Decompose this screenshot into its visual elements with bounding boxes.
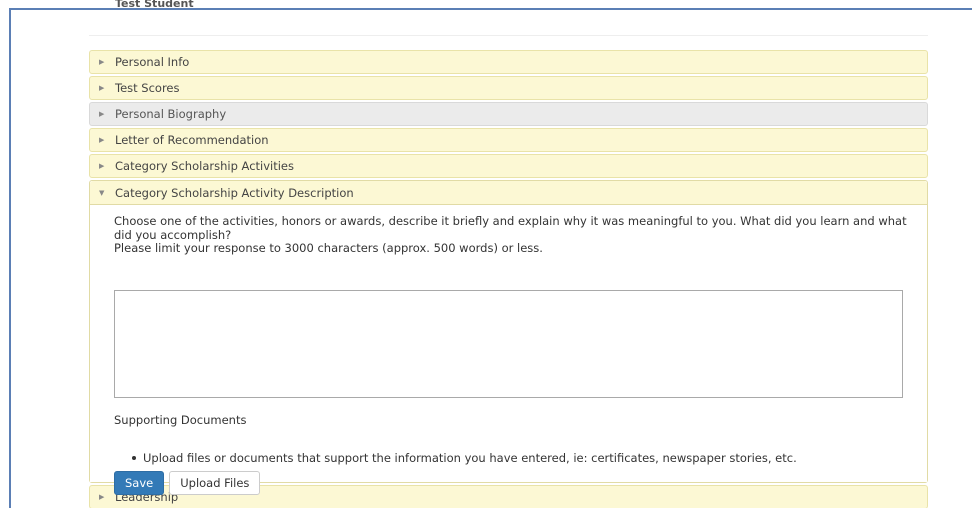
header-divider — [89, 35, 928, 36]
supporting-documents-hint-text: Upload files or documents that support t… — [143, 451, 797, 465]
supporting-documents-hint: Upload files or documents that support t… — [132, 451, 797, 465]
application-frame: Test Student ▶ Personal Info ▶ Test Scor… — [0, 0, 972, 508]
section-label: Category Scholarship Activities — [115, 159, 294, 173]
save-button[interactable]: Save — [114, 471, 165, 495]
essay-prompt: Choose one of the activities, honors or … — [114, 214, 914, 256]
section-personal-info[interactable]: ▶ Personal Info — [89, 50, 928, 74]
prompt-instructions: Choose one of the activities, honors or … — [114, 214, 907, 242]
section-activity-description-panel: ▼ Category Scholarship Activity Descript… — [89, 180, 928, 495]
upload-files-button[interactable]: Upload Files — [169, 471, 261, 495]
section-letter-of-recommendation[interactable]: ▶ Letter of Recommendation — [89, 128, 928, 152]
supporting-documents-label: Supporting Documents — [114, 413, 247, 427]
prompt-length-limit: Please limit your response to 3000 chara… — [114, 241, 543, 255]
section-test-scores[interactable]: ▶ Test Scores — [89, 76, 928, 100]
caret-down-icon: ▼ — [99, 188, 105, 197]
caret-right-icon: ▶ — [99, 58, 105, 66]
action-buttons: Save Upload Files — [114, 471, 261, 495]
caret-right-icon: ▶ — [99, 493, 105, 501]
section-label: Letter of Recommendation — [115, 133, 269, 147]
caret-right-icon: ▶ — [99, 84, 105, 92]
activity-description-body: Choose one of the activities, honors or … — [90, 205, 927, 495]
section-personal-biography[interactable]: ▶ Personal Biography — [89, 102, 928, 126]
section-label: Personal Info — [115, 55, 190, 69]
section-category-scholarship-activities[interactable]: ▶ Category Scholarship Activities — [89, 154, 928, 178]
bullet-icon — [132, 456, 136, 460]
caret-right-icon: ▶ — [99, 162, 105, 170]
application-accordion: ▶ Personal Info ▶ Test Scores ▶ Personal… — [89, 50, 928, 508]
caret-right-icon: ▶ — [99, 136, 105, 144]
student-name: Test Student — [115, 0, 194, 9]
section-label: Personal Biography — [115, 107, 227, 121]
section-label: Category Scholarship Activity Descriptio… — [115, 185, 354, 200]
section-category-scholarship-activity-description[interactable]: ▼ Category Scholarship Activity Descript… — [90, 181, 927, 205]
caret-right-icon: ▶ — [99, 110, 105, 118]
activity-description-textarea[interactable] — [114, 290, 903, 398]
section-label: Test Scores — [115, 81, 180, 95]
frame-left-border — [9, 8, 11, 508]
